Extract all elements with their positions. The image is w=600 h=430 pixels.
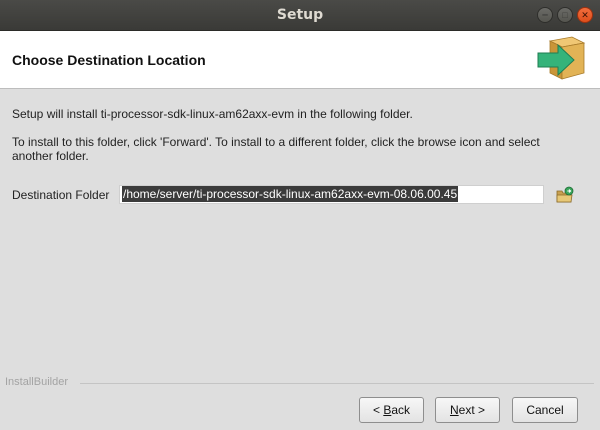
- install-info-text: Setup will install ti-processor-sdk-linu…: [12, 107, 413, 121]
- footer-divider: [80, 383, 594, 384]
- maximize-button[interactable]: □: [557, 7, 573, 23]
- maximize-icon: □: [562, 10, 568, 20]
- cancel-button-label: Cancel: [526, 403, 564, 417]
- page-header: Choose Destination Location: [0, 31, 600, 89]
- close-icon: ✕: [581, 10, 589, 20]
- back-button-prefix: <: [372, 403, 384, 417]
- content-area: Setup will install ti-processor-sdk-linu…: [0, 90, 600, 370]
- install-box-arrow-icon: [537, 36, 586, 80]
- next-button-label: ext: [458, 403, 475, 417]
- destination-folder-value: /home/server/ti-processor-sdk-linux-am62…: [122, 186, 459, 202]
- destination-folder-input[interactable]: /home/server/ti-processor-sdk-linux-am62…: [119, 185, 544, 204]
- back-button-label: ack: [391, 403, 411, 417]
- next-button[interactable]: Next >: [435, 397, 500, 423]
- next-button-suffix: >: [474, 403, 486, 417]
- instructions-text-line2: another folder.: [12, 149, 89, 163]
- back-button[interactable]: < Back: [359, 397, 424, 423]
- next-button-mnemonic: N: [449, 403, 459, 417]
- minimize-button[interactable]: –: [537, 7, 553, 23]
- cancel-button[interactable]: Cancel: [512, 397, 578, 423]
- instructions-text-line1: To install to this folder, click 'Forwar…: [12, 135, 540, 149]
- close-button[interactable]: ✕: [577, 7, 593, 23]
- brand-label: InstallBuilder: [5, 376, 68, 388]
- window-title: Setup: [276, 7, 324, 23]
- page-title: Choose Destination Location: [12, 52, 206, 68]
- minimize-icon: –: [541, 9, 549, 21]
- destination-folder-label: Destination Folder: [12, 188, 110, 202]
- folder-browse-icon[interactable]: [556, 186, 574, 204]
- window-titlebar: Setup – □ ✕: [0, 0, 600, 31]
